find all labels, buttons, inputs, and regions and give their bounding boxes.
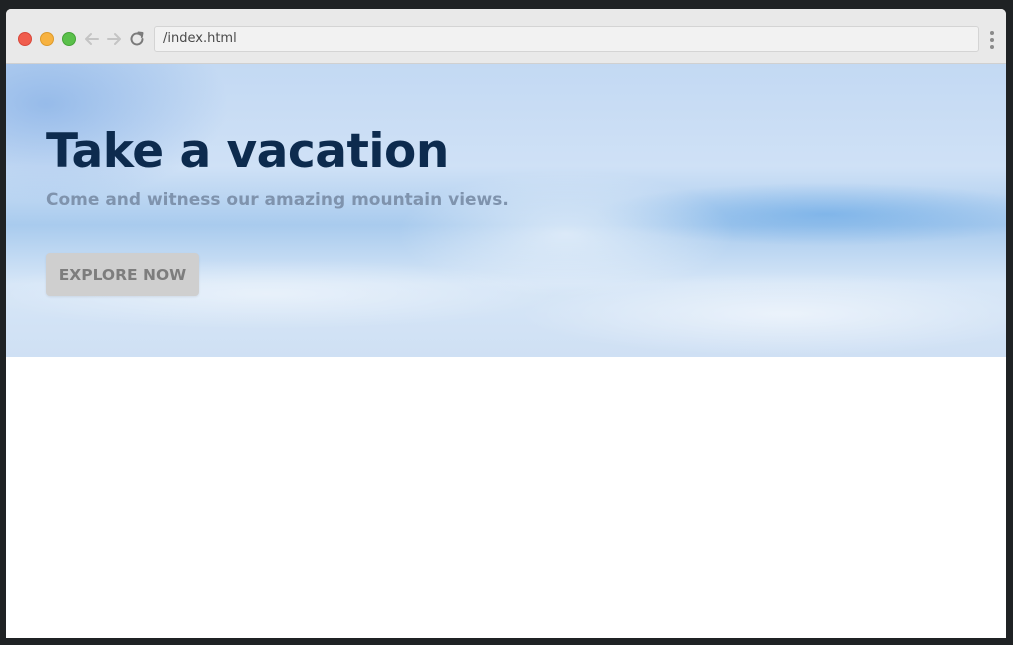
zoom-window-button[interactable] (62, 32, 76, 46)
browser-menu-button[interactable] (986, 31, 998, 49)
hero-subtitle: Come and witness our amazing mountain vi… (46, 190, 509, 210)
browser-window: /index.html Take a vacation Come and wit… (6, 9, 1006, 638)
address-bar[interactable]: /index.html (154, 26, 979, 52)
page-content-area (6, 357, 1006, 638)
forward-button[interactable] (104, 28, 124, 50)
arrow-left-icon (85, 33, 99, 45)
minimize-window-button[interactable] (40, 32, 54, 46)
reload-icon (130, 31, 144, 46)
reload-button[interactable] (127, 28, 147, 50)
browser-toolbar: /index.html (6, 9, 1006, 64)
close-window-button[interactable] (18, 32, 32, 46)
kebab-menu-icon (990, 31, 994, 35)
hero-banner: Take a vacation Come and witness our ama… (6, 64, 1006, 357)
explore-now-button[interactable]: EXPLORE NOW (46, 253, 199, 296)
back-button[interactable] (82, 28, 102, 50)
hero-title: Take a vacation (46, 124, 449, 179)
arrow-right-icon (107, 33, 121, 45)
